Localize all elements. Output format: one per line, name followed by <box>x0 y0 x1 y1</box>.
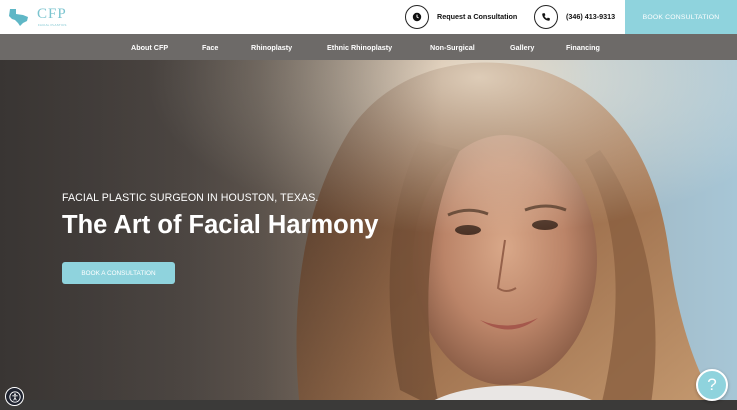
logo-text: CFP <box>37 6 67 22</box>
nav-item-face[interactable]: Face <box>202 43 218 52</box>
nav-item-ethnic-rhinoplasty[interactable]: Ethnic Rhinoplasty <box>327 43 392 52</box>
phone-icon[interactable] <box>534 5 558 29</box>
texas-logo-icon <box>9 9 28 26</box>
book-consultation-button[interactable]: BOOK CONSULTATION <box>625 0 737 34</box>
request-consultation-link[interactable]: Request a Consultation <box>437 12 517 21</box>
hero-bottom-band <box>0 400 737 410</box>
hero-title: The Art of Facial Harmony <box>62 211 379 239</box>
clock-icon[interactable] <box>405 5 429 29</box>
phone-number-link[interactable]: (346) 413-9313 <box>566 12 615 21</box>
hero-section: FACIAL PLASTIC SURGEON IN HOUSTON, TEXAS… <box>0 60 737 410</box>
hero-book-consultation-button[interactable]: BOOK A CONSULTATION <box>62 262 175 284</box>
nav-item-non-surgical[interactable]: Non-Surgical <box>430 43 475 52</box>
hero-eyebrow: FACIAL PLASTIC SURGEON IN HOUSTON, TEXAS… <box>62 192 319 204</box>
main-nav: About CFP Face Rhinoplasty Ethnic Rhinop… <box>0 34 737 60</box>
help-button[interactable]: ? <box>696 369 728 401</box>
nav-item-gallery[interactable]: Gallery <box>510 43 534 52</box>
logo-subtext: FACIAL PLASTICS <box>38 23 67 27</box>
accessibility-icon[interactable] <box>5 387 24 406</box>
site-logo[interactable]: CFP FACIAL PLASTICS <box>8 4 68 30</box>
nav-item-financing[interactable]: Financing <box>566 43 600 52</box>
nav-item-about[interactable]: About CFP <box>131 43 168 52</box>
nav-item-rhinoplasty[interactable]: Rhinoplasty <box>251 43 292 52</box>
site-header: CFP FACIAL PLASTICS Request a Consultati… <box>0 0 737 34</box>
